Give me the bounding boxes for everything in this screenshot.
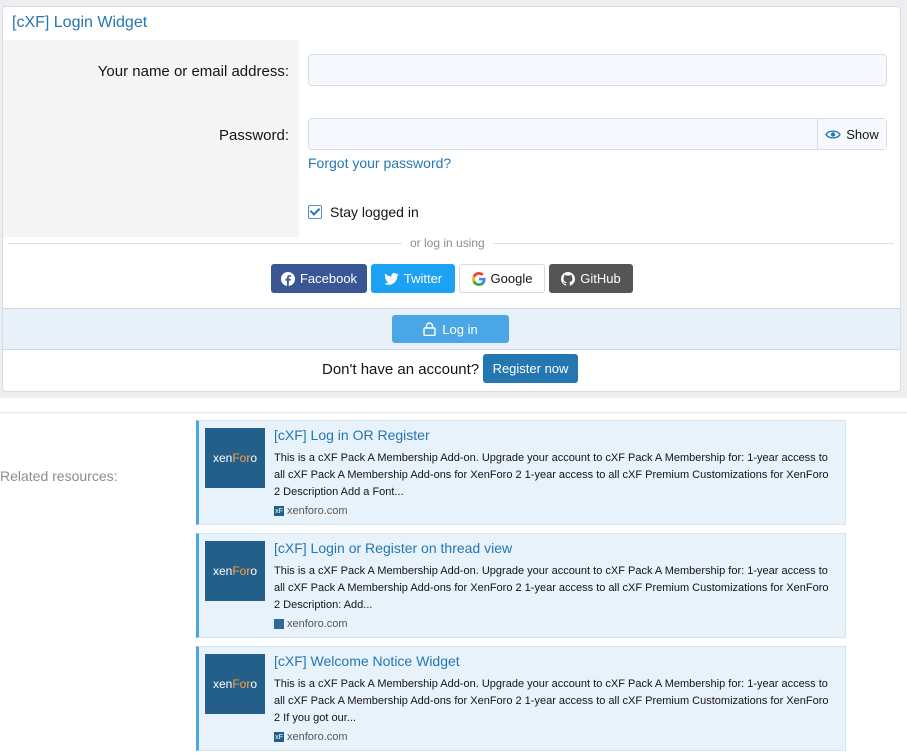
register-now-button[interactable]: Register now [483,354,578,383]
xenforo-thumbnail: xen For o [205,541,265,601]
related-resource-card[interactable]: xen For o [cXF] Log in OR Register This is… [196,420,846,525]
forgot-password-link[interactable]: Forgot your password? [308,155,451,171]
favicon-placeholder-icon [274,619,284,629]
thumb-text-a: xen [212,451,233,465]
facebook-button[interactable]: Facebook [271,264,367,293]
xenforo-thumbnail: xen For o [205,428,265,488]
thumb-text-c: o [250,564,258,578]
resource-title-link[interactable]: [cXF] Welcome Notice Widget [274,653,460,669]
facebook-label: Facebook [299,271,358,286]
thumb-text-c: o [250,451,258,465]
password-input[interactable]: Show [308,118,887,150]
google-button[interactable]: Google [459,264,545,293]
stay-logged-in-checkbox[interactable]: Stay logged in [308,204,419,220]
resource-domain-text: xenforo.com [287,618,348,630]
checkbox-checked-icon[interactable] [308,205,322,219]
log-in-label: Log in [442,321,478,337]
form-submit-row: Log in [3,308,900,350]
related-resource-card[interactable]: xen For o [cXF] Welcome Notice Widget This… [196,646,846,751]
github-label: GitHub [580,271,621,286]
xenforo-favicon-icon: xF [274,506,284,516]
facebook-icon [280,271,295,286]
section-separator [0,412,907,413]
login-widget: [cXF] Login Widget Your name or email ad… [2,6,901,392]
github-button[interactable]: GitHub [549,264,633,293]
resource-description: This is a cXF Pack A Membership Add-on. … [274,565,829,611]
thumb-text-a: xen [212,677,233,691]
thumb-text-b: For [232,677,251,691]
eye-icon [825,129,841,139]
thumb-text-a: xen [212,564,233,578]
related-resource-card[interactable]: xen For o [cXF] Login or Register on threa… [196,533,846,638]
resource-domain[interactable]: xF xenforo.com [274,505,348,517]
name-field-label: Your name or email address: [97,63,289,80]
resource-description: This is a cXF Pack A Membership Add-on. … [274,452,829,498]
show-password-button[interactable]: Show [817,119,886,149]
twitter-icon [384,272,399,285]
github-icon [561,271,576,286]
thumb-text-b: For [232,451,251,465]
name-email-input[interactable] [308,54,887,86]
related-resources-label: Related resources: [0,468,118,484]
widget-title[interactable]: [cXF] Login Widget [12,14,147,32]
thumb-text-b: For [232,564,251,578]
no-account-text: Don't have an account? [322,361,480,378]
resource-title-link[interactable]: [cXF] Login or Register on thread view [274,540,512,556]
resource-title-link[interactable]: [cXF] Log in OR Register [274,427,430,443]
twitter-label: Twitter [403,271,443,286]
xenforo-thumbnail: xen For o [205,654,265,714]
resource-domain[interactable]: xenforo.com [274,618,348,630]
or-log-in-using-text: or log in using [402,236,493,250]
thumb-text-c: o [250,677,258,691]
twitter-button[interactable]: Twitter [371,264,455,293]
resource-domain-text: xenforo.com [287,731,348,743]
resource-domain[interactable]: xF xenforo.com [274,731,348,743]
show-password-label: Show [846,126,879,142]
google-label: Google [490,271,533,286]
resource-description: This is a cXF Pack A Membership Add-on. … [274,678,829,724]
xenforo-favicon-icon: xF [274,732,284,742]
log-in-button[interactable]: Log in [392,315,509,343]
lock-icon [423,322,436,336]
google-icon [471,271,486,286]
stay-logged-in-label: Stay logged in [330,204,419,220]
resource-domain-text: xenforo.com [287,505,348,517]
social-login-buttons: Facebook Twitter Google GitHub [271,264,633,293]
password-field-label: Password: [218,127,289,144]
